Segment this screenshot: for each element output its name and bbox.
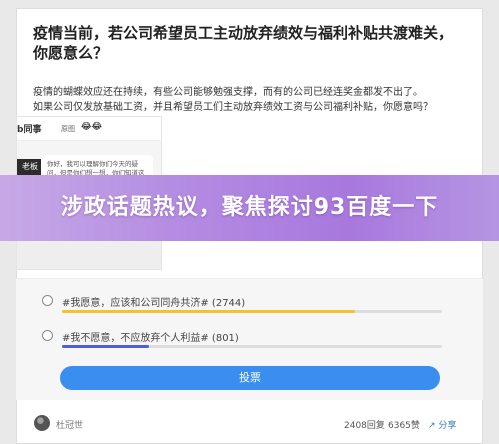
boss-tag: 老板: [17, 159, 43, 175]
app-logo: b同事: [17, 123, 51, 137]
post-title: 疫情当前，若公司希望员工主动放弃绩效与福利补贴共渡难关，你愿意么？: [33, 24, 454, 62]
poll-option-agree[interactable]: #我愿意，应该和公司同舟共济# (2744): [42, 295, 442, 325]
like-count[interactable]: 6365赞: [388, 418, 420, 431]
poll-progress-track: [62, 310, 442, 313]
post-footer: 杜冠世 2408回复 6365赞 ↗ 分享: [16, 410, 483, 440]
radio-icon[interactable]: [42, 295, 53, 306]
post-body-line-1: 疫情的蝴蝶效应还在持续，有些公司能够勉强支撑，而有的公司已经连奖金都发不出了。: [33, 87, 423, 98]
reply-count: 2408回复: [344, 421, 385, 431]
screenshot-header: b同事 原图 😂😂: [17, 117, 161, 141]
radio-icon[interactable]: [42, 330, 53, 341]
screenshot-user: 原图: [61, 125, 75, 133]
poll-option-label: #我愿意，应该和公司同舟共济# (2744): [62, 298, 246, 309]
share-label: 分享: [438, 421, 457, 431]
share-link[interactable]: ↗ 分享: [428, 418, 456, 431]
poll-card: #我愿意，应该和公司同舟共济# (2744) #我不愿意，不应放弃个人利益# (…: [16, 278, 483, 400]
emoji-icon: 😂😂: [81, 122, 103, 132]
screenshot-footer: [17, 241, 161, 269]
avatar[interactable]: [34, 415, 50, 431]
banner-text: 涉政话题热议，聚焦探讨93百度一下: [60, 195, 439, 220]
poll-option-disagree[interactable]: #我不愿意，不应放弃个人利益# (801): [42, 330, 442, 360]
share-icon: ↗: [428, 421, 436, 431]
poll-progress-fill: [62, 310, 355, 313]
poll-progress-fill: [62, 345, 150, 348]
poll-option-label: #我不愿意，不应放弃个人利益# (801): [62, 333, 239, 344]
post-body: 疫情的蝴蝶效应还在持续，有些公司能够勉强支撑，而有的公司已经连奖金都发不出了。 …: [33, 85, 473, 115]
vote-button[interactable]: 投票: [60, 366, 440, 390]
author-name[interactable]: 杜冠世: [56, 418, 83, 431]
topic-banner[interactable]: 涉政话题热议，聚焦探讨93百度一下: [0, 175, 499, 241]
post-body-line-2: 如果公司仅发放基础工资，并且希望员工们主动放弃绩效工资与公司福利补贴，你愿意吗？: [33, 102, 433, 113]
poll-progress-track: [62, 345, 442, 348]
